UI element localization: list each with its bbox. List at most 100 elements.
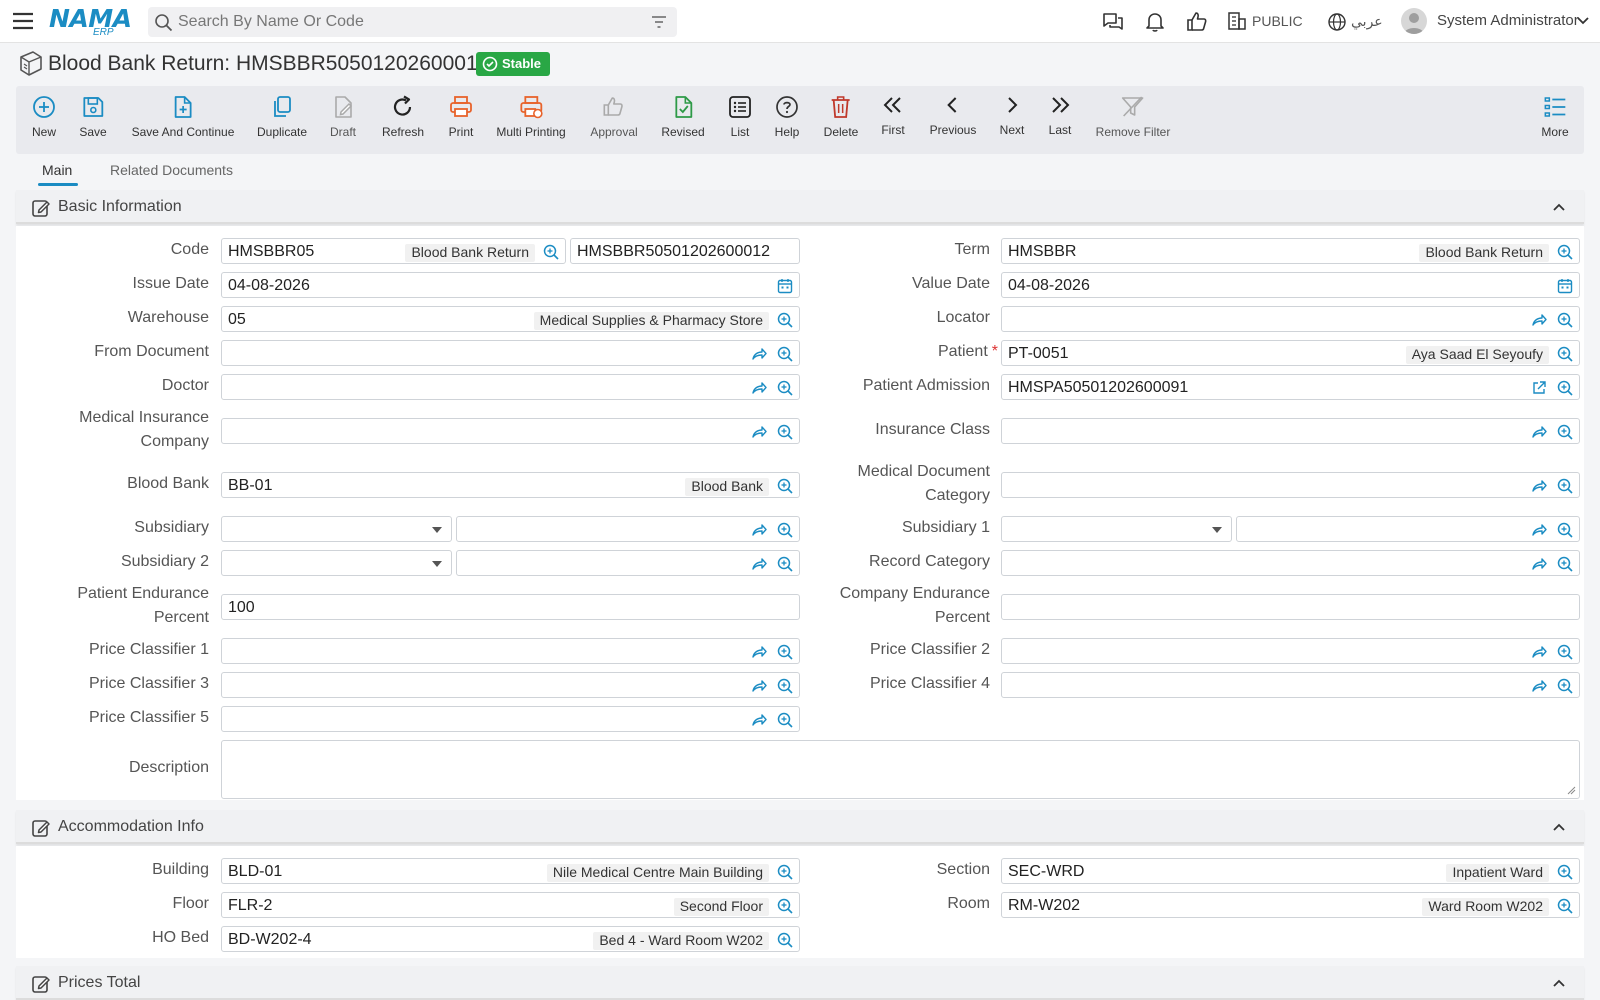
blood-bank-field[interactable]: BB-01 Blood Bank — [221, 472, 800, 498]
code-field[interactable]: HMSBBR05 Blood Bank Return — [221, 238, 566, 264]
company-endurance-percent-field[interactable] — [1001, 594, 1580, 620]
patient-endurance-percent-field[interactable]: 100 — [221, 594, 800, 620]
lookup-icon[interactable] — [776, 379, 794, 397]
draft-button[interactable]: Draft — [330, 94, 356, 140]
chat-icon[interactable] — [1101, 10, 1125, 34]
share-icon[interactable] — [1530, 555, 1548, 573]
share-icon[interactable] — [750, 555, 768, 573]
locator-field[interactable] — [1001, 306, 1580, 332]
lookup-icon[interactable] — [776, 311, 794, 329]
share-icon[interactable] — [1530, 423, 1548, 441]
lookup-icon[interactable] — [776, 555, 794, 573]
help-button[interactable]: Help — [774, 94, 800, 140]
new-button[interactable]: New — [31, 94, 57, 140]
lookup-icon[interactable] — [776, 423, 794, 441]
hamburger-menu-icon[interactable] — [12, 11, 34, 31]
calendar-icon[interactable] — [776, 277, 794, 295]
patient-field[interactable]: PT-0051 Aya Saad El Seyoufy — [1001, 340, 1580, 366]
lookup-icon[interactable] — [1556, 643, 1574, 661]
first-button[interactable]: First — [880, 92, 906, 138]
previous-button[interactable]: Previous — [930, 92, 976, 138]
lookup-icon[interactable] — [1556, 423, 1574, 441]
nama-erp-logo[interactable]: NAMA ERP — [49, 4, 135, 38]
duplicate-button[interactable]: Duplicate — [257, 94, 307, 140]
notification-bell-icon[interactable] — [1143, 10, 1167, 34]
lookup-icon[interactable] — [542, 243, 560, 261]
avatar[interactable] — [1401, 8, 1427, 34]
share-icon[interactable] — [750, 379, 768, 397]
lookup-icon[interactable] — [776, 711, 794, 729]
filter-icon[interactable] — [651, 15, 667, 29]
lookup-icon[interactable] — [776, 677, 794, 695]
doctor-field[interactable] — [221, 374, 800, 400]
share-icon[interactable] — [1530, 677, 1548, 695]
delete-button[interactable]: Delete — [824, 94, 858, 140]
patient-admission-field[interactable]: HMSPA50501202600091 — [1001, 374, 1580, 400]
lookup-icon[interactable] — [1556, 521, 1574, 539]
subsidiary-field[interactable] — [456, 516, 800, 542]
lookup-icon[interactable] — [776, 863, 794, 881]
lookup-icon[interactable] — [776, 477, 794, 495]
chevron-down-icon[interactable] — [1577, 16, 1589, 26]
value-date-field[interactable]: 04-08-2026 — [1001, 272, 1580, 298]
lookup-icon[interactable] — [776, 643, 794, 661]
multi-printing-button[interactable]: Multi Printing — [496, 94, 566, 140]
share-icon[interactable] — [750, 345, 768, 363]
section-field[interactable]: SEC-WRD Inpatient Ward — [1001, 858, 1580, 884]
list-button[interactable]: List — [727, 94, 753, 140]
share-icon[interactable] — [1530, 643, 1548, 661]
lookup-icon[interactable] — [1556, 345, 1574, 363]
share-icon[interactable] — [750, 521, 768, 539]
user-name[interactable]: System Administrator — [1437, 12, 1579, 29]
lookup-icon[interactable] — [776, 897, 794, 915]
basic-information-header[interactable]: Basic Information — [16, 190, 1584, 224]
share-icon[interactable] — [1530, 521, 1548, 539]
print-button[interactable]: Print — [448, 94, 474, 140]
collapse-chevron-icon[interactable] — [1552, 200, 1566, 214]
medical-insurance-company-field[interactable] — [221, 418, 800, 444]
approval-button[interactable]: Approval — [590, 94, 638, 140]
last-button[interactable]: Last — [1047, 92, 1073, 138]
document-number-field[interactable]: HMSBBR50501202600012 — [570, 238, 800, 264]
lookup-icon[interactable] — [1556, 897, 1574, 915]
lookup-icon[interactable] — [1556, 379, 1574, 397]
search-input[interactable] — [178, 7, 628, 37]
share-icon[interactable] — [750, 423, 768, 441]
resize-handle-icon[interactable] — [1566, 785, 1576, 795]
subsidiary-1-type-select[interactable] — [1001, 516, 1232, 542]
price-classifier-4-field[interactable] — [1001, 672, 1580, 698]
lookup-icon[interactable] — [1556, 677, 1574, 695]
share-icon[interactable] — [750, 677, 768, 695]
insurance-class-field[interactable] — [1001, 418, 1580, 444]
subsidiary-1-field[interactable] — [1236, 516, 1580, 542]
ho-bed-field[interactable]: BD-W202-4 Bed 4 - Ward Room W202 — [221, 926, 800, 952]
public-label[interactable]: PUBLIC — [1252, 13, 1303, 29]
price-classifier-1-field[interactable] — [221, 638, 800, 664]
external-link-icon[interactable] — [1530, 379, 1548, 397]
issue-date-field[interactable]: 04-08-2026 — [221, 272, 800, 298]
lookup-icon[interactable] — [1556, 477, 1574, 495]
save-button[interactable]: Save — [79, 94, 107, 140]
lookup-icon[interactable] — [776, 345, 794, 363]
subsidiary-type-select[interactable] — [221, 516, 452, 542]
calendar-icon[interactable] — [1556, 277, 1574, 295]
share-icon[interactable] — [1530, 311, 1548, 329]
price-classifier-2-field[interactable] — [1001, 638, 1580, 664]
price-classifier-5-field[interactable] — [221, 706, 800, 732]
lookup-icon[interactable] — [776, 931, 794, 949]
remove-filter-button[interactable]: Remove Filter — [1096, 94, 1170, 140]
lookup-icon[interactable] — [1556, 243, 1574, 261]
globe-icon[interactable] — [1327, 12, 1347, 32]
revised-button[interactable]: Revised — [661, 94, 705, 140]
collapse-chevron-icon[interactable] — [1552, 976, 1566, 990]
lookup-icon[interactable] — [1556, 863, 1574, 881]
share-icon[interactable] — [1530, 477, 1548, 495]
medical-document-category-field[interactable] — [1001, 472, 1580, 498]
lookup-icon[interactable] — [1556, 311, 1574, 329]
room-field[interactable]: RM-W202 Ward Room W202 — [1001, 892, 1580, 918]
subsidiary-2-type-select[interactable] — [221, 550, 452, 576]
accommodation-info-header[interactable]: Accommodation Info — [16, 810, 1584, 844]
tab-related-documents[interactable]: Related Documents — [110, 162, 233, 178]
subsidiary-2-field[interactable] — [456, 550, 800, 576]
term-field[interactable]: HMSBBR Blood Bank Return — [1001, 238, 1580, 264]
